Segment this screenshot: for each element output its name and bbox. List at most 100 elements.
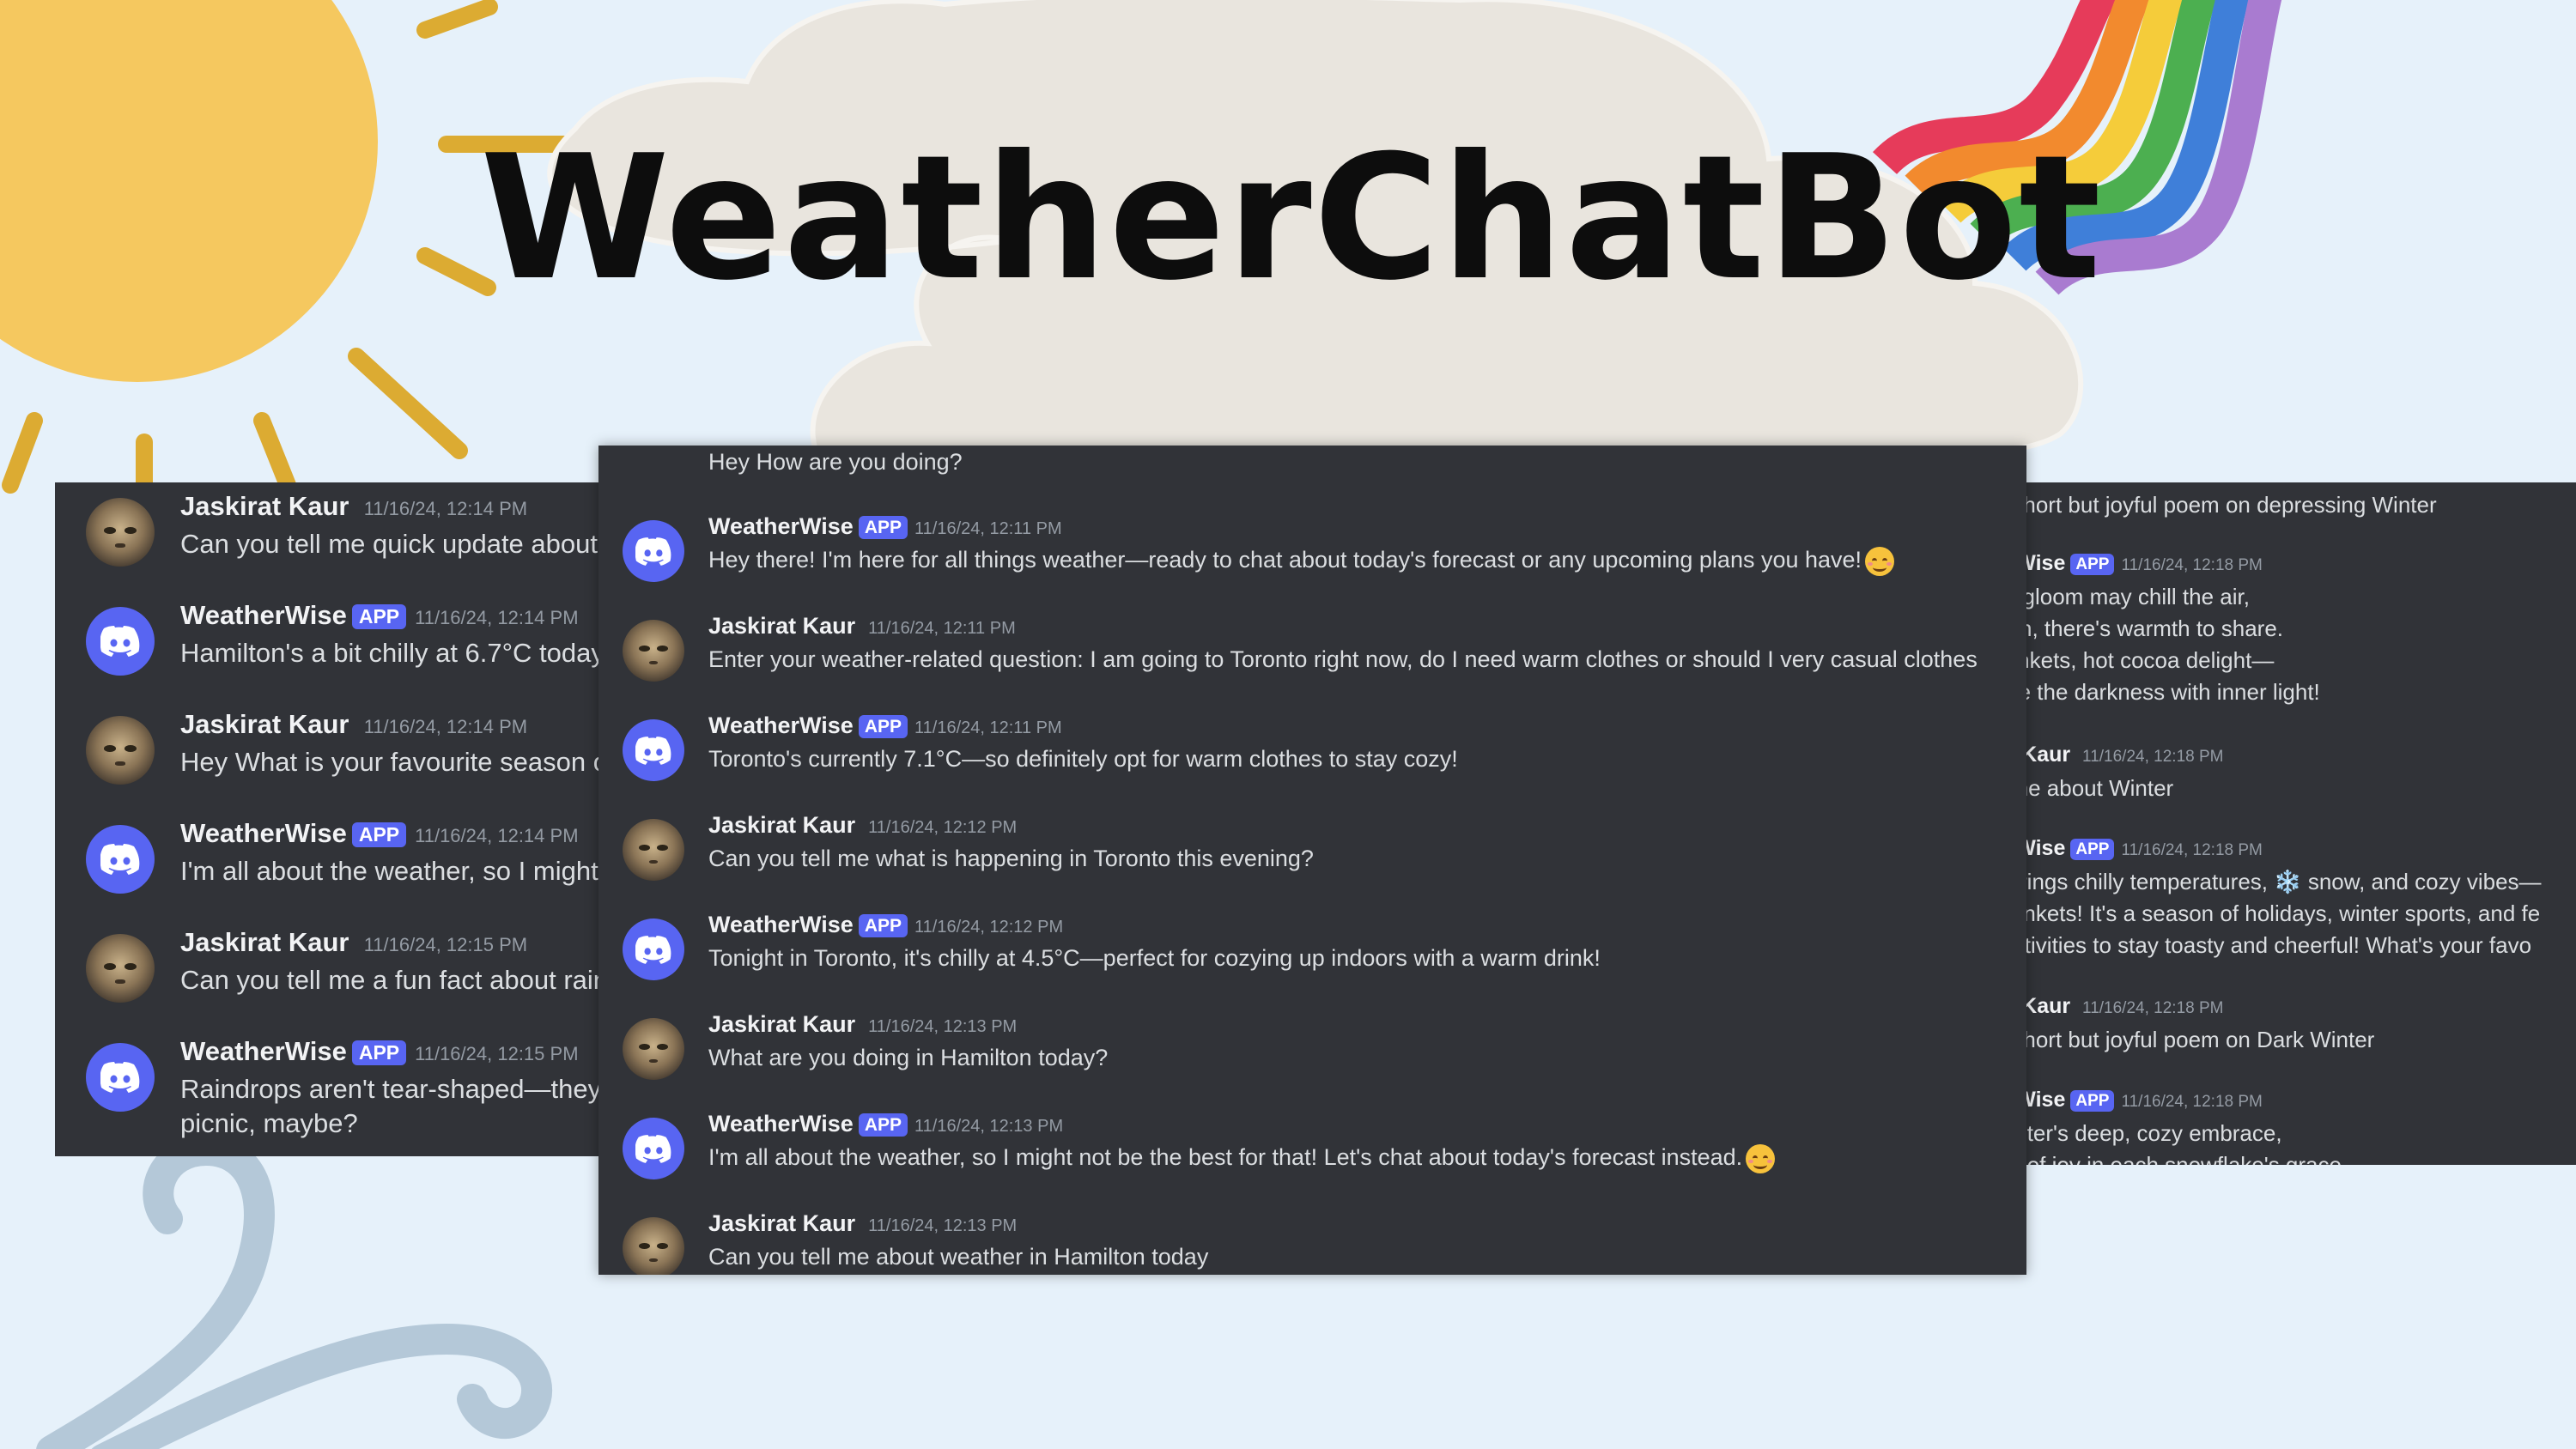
message-text: Enter your weather-related question: I a…: [708, 646, 1978, 672]
banner-title: WeatherChatBot: [480, 118, 2103, 318]
author-name[interactable]: WeatherWise: [708, 712, 854, 738]
author-name[interactable]: WeatherWise: [180, 600, 347, 630]
message-text: Can you tell me quick update about w: [180, 529, 605, 559]
app-badge: APP: [2070, 553, 2115, 575]
message-item: therWiseAPP11/16/24, 12:18 PM ter brings…: [1975, 836, 2542, 961]
cat-avatar-icon[interactable]: [86, 498, 155, 567]
message-item: WeatherWise APP 11/16/24, 12:14 PM I'm all…: [55, 818, 605, 927]
message-item: WeatherWise APP 11/16/24, 12:14 PM Hamilto…: [55, 600, 605, 709]
message-text: within, there's warmth to share.: [1975, 615, 2283, 641]
author-name[interactable]: WeatherWise: [708, 1111, 854, 1137]
timestamp: 11/16/24, 12:15 PM: [415, 1043, 579, 1064]
message-text: I'm all about the weather, so I might no…: [708, 1144, 2026, 1173]
message-text: Hey How are you doing?: [708, 449, 963, 475]
message-item: WeatherWise APP 11/16/24, 12:12 PM Tonight…: [598, 910, 2026, 1009]
timestamp: 11/16/24, 12:18 PM: [2121, 841, 2263, 859]
discord-logo-icon[interactable]: [623, 719, 684, 781]
cat-avatar-icon[interactable]: [623, 1217, 684, 1275]
timestamp: 11/16/24, 12:12 PM: [868, 818, 1018, 837]
message-text: Raindrops aren't tear-shaped—they'r: [180, 1074, 605, 1104]
author-name[interactable]: Jaskirat Kaur: [180, 491, 349, 521]
message-text-content: Hey there! I'm here for all things weath…: [708, 547, 1862, 573]
message-text: Hamilton's a bit chilly at 6.7°C today v: [180, 638, 605, 668]
author-name[interactable]: Jaskirat Kaur: [180, 709, 349, 739]
chat-panel-left[interactable]: Jaskirat Kaur 11/16/24, 12:14 PM Can you…: [55, 482, 605, 1156]
timestamp: 11/16/24, 12:18 PM: [2121, 1093, 2263, 1111]
message-item: therWiseAPP11/16/24, 12:18 PM d winter's…: [1975, 1088, 2342, 1165]
smiling-face-emoji-icon: [1746, 1144, 1776, 1173]
message-item: Jaskirat Kaur 11/16/24, 12:14 PM Hey Wha…: [55, 709, 605, 818]
message-text: What are you doing in Hamilton today?: [708, 1045, 1109, 1070]
chat-panel-center[interactable]: Hey How are you doing? WeatherWise APP 11/…: [598, 446, 2026, 1275]
message-text: Tonight in Toronto, it's chilly at 4.5°C…: [708, 945, 1601, 971]
app-badge: APP: [858, 516, 908, 540]
author-name[interactable]: WeatherWise: [180, 1036, 347, 1066]
message-text: Toronto's currently 7.1°C—so definitely …: [708, 746, 1458, 772]
message-text: picnic, maybe?: [180, 1108, 358, 1138]
author-name[interactable]: Jaskirat Kaur: [708, 1011, 855, 1037]
timestamp: 11/16/24, 12:14 PM: [363, 498, 528, 519]
timestamp: 11/16/24, 12:13 PM: [868, 1017, 1018, 1036]
cat-avatar-icon[interactable]: [86, 934, 155, 1003]
discord-logo-icon[interactable]: [623, 520, 684, 582]
timestamp: 11/16/24, 12:18 PM: [2121, 556, 2263, 574]
message-text: e a short but joyful poem on depressing …: [1975, 492, 2437, 518]
author-name[interactable]: Jaskirat Kaur: [708, 1210, 855, 1236]
message-text: / blankets, hot cocoa delight—: [1975, 647, 2275, 673]
chat-panel-right[interactable]: e a short but joyful poem on depressing …: [1975, 482, 2576, 1165]
timestamp: 11/16/24, 12:18 PM: [2082, 748, 2224, 766]
message-item: WeatherWise APP 11/16/24, 12:11 PM Hey the…: [598, 512, 2026, 611]
message-text: or activities to stay toasty and cheerfu…: [1975, 932, 2532, 958]
message-item: therWiseAPP11/16/24, 12:18 PM ter's gloo…: [1975, 551, 2320, 708]
message-item: Jaskirat Kaur 11/16/24, 12:12 PM Can you…: [598, 810, 2026, 910]
author-name[interactable]: WeatherWise: [180, 818, 347, 848]
message-text: Can you tell me a fun fact about rain?: [180, 965, 605, 995]
message-text: Hey there! I'm here for all things weath…: [708, 547, 2026, 576]
author-name[interactable]: WeatherWise: [708, 912, 854, 937]
timestamp: 11/16/24, 12:13 PM: [868, 1216, 1018, 1235]
discord-logo-icon[interactable]: [86, 825, 155, 894]
timestamp: 11/16/24, 12:11 PM: [914, 718, 1062, 737]
message-text: Can you tell me what is happening in Tor…: [708, 846, 1314, 871]
message-item: WeatherWise APP 11/16/24, 12:11 PM Toronto…: [598, 711, 2026, 810]
discord-logo-icon[interactable]: [623, 1118, 684, 1179]
author-name[interactable]: Jaskirat Kaur: [180, 927, 349, 957]
timestamp: 11/16/24, 12:14 PM: [415, 607, 579, 628]
message-item: Jaskirat Kaur 11/16/24, 12:13 PM What ar…: [598, 1009, 2026, 1109]
message-item: Jaskirat Kaur 11/16/24, 12:15 PM Can you…: [55, 927, 605, 1036]
app-badge: APP: [858, 715, 908, 739]
message-item: Jaskirat Kaur 11/16/24, 12:14 PM Can you…: [55, 491, 605, 600]
author-name[interactable]: Jaskirat Kaur: [708, 812, 855, 838]
smiling-face-emoji-icon: [1865, 547, 1895, 576]
timestamp: 11/16/24, 12:14 PM: [415, 825, 579, 846]
message-text: Can you tell me about weather in Hamilto…: [708, 1244, 1209, 1270]
timestamp: 11/16/24, 12:14 PM: [363, 716, 528, 737]
discord-logo-icon[interactable]: [86, 1043, 155, 1112]
message-text: ter's gloom may chill the air,: [1975, 584, 2250, 609]
author-name[interactable]: WeatherWise: [708, 513, 854, 539]
timestamp: 11/16/24, 12:11 PM: [914, 519, 1062, 538]
cat-avatar-icon[interactable]: [86, 716, 155, 785]
app-badge: APP: [2070, 838, 2115, 860]
app-badge: APP: [351, 1040, 407, 1066]
timestamp: 11/16/24, 12:12 PM: [914, 918, 1064, 937]
message-item: Jaskirat Kaur 11/16/24, 12:13 PM Can you…: [598, 1209, 2026, 1275]
cat-avatar-icon[interactable]: [623, 1018, 684, 1080]
app-badge: APP: [2070, 1089, 2115, 1112]
message-item: tirat Kaur 11/16/24, 12:18 PM e a short …: [1975, 994, 2374, 1056]
cat-avatar-icon[interactable]: [623, 819, 684, 881]
discord-logo-icon[interactable]: [623, 919, 684, 980]
message-text: Hey What is your favourite season of: [180, 747, 605, 777]
message-text: n blankets! It's a season of holidays, w…: [1975, 900, 2541, 926]
discord-logo-icon[interactable]: [86, 607, 155, 676]
message-text: prace the darkness with inner light!: [1975, 679, 2320, 705]
cat-avatar-icon[interactable]: [623, 620, 684, 682]
timestamp: 11/16/24, 12:13 PM: [914, 1117, 1064, 1136]
message-text-content: I'm all about the weather, so I might no…: [708, 1144, 1743, 1171]
app-badge: APP: [351, 822, 407, 848]
author-name[interactable]: Jaskirat Kaur: [708, 613, 855, 639]
message-text: I'm all about the weather, so I might n: [180, 856, 605, 886]
message-item: WeatherWise APP 11/16/24, 12:15 PM Raindro…: [55, 1036, 605, 1145]
message-text: ter brings chilly temperatures, ❄️ snow,…: [1975, 869, 2542, 894]
timestamp: 11/16/24, 12:18 PM: [2082, 999, 2224, 1017]
